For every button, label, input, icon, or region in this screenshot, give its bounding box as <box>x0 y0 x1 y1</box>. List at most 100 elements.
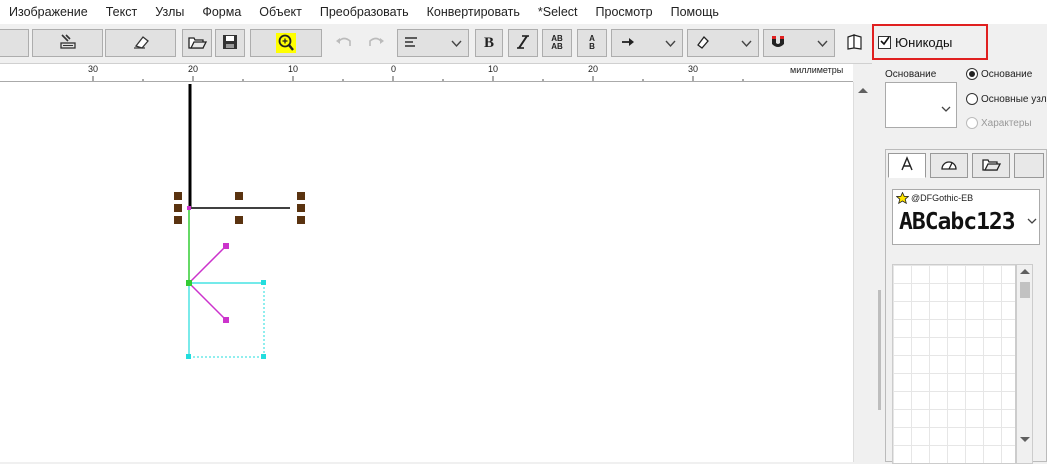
radio-characters: Характеры <box>966 117 1032 129</box>
letter-a-icon <box>899 156 915 175</box>
book-icon <box>846 33 864 53</box>
anchor-node <box>187 206 191 210</box>
menu-help[interactable]: Помощь <box>662 5 728 19</box>
selection-handle <box>297 192 305 200</box>
radio-base[interactable]: Основание <box>966 68 1032 80</box>
eraser-button[interactable] <box>105 29 176 57</box>
guide-node <box>186 354 191 359</box>
scroll-thumb[interactable] <box>1020 282 1030 298</box>
chevron-down-icon <box>665 37 676 51</box>
menu-shape[interactable]: Форма <box>193 5 250 19</box>
chevron-down-icon <box>741 37 752 51</box>
menu-nodes[interactable]: Узлы <box>146 5 193 19</box>
font-name: @DFGothic-EB <box>911 193 974 203</box>
star-icon <box>895 191 910 207</box>
selection-handle <box>235 192 243 200</box>
selection-handle <box>174 192 182 200</box>
control-point <box>223 243 229 249</box>
guide-node <box>261 354 266 359</box>
zoom-icon <box>276 33 296 53</box>
right-panel: Основание Основание Основные узлы Характ… <box>884 64 1047 464</box>
panel-splitter[interactable] <box>878 290 881 410</box>
toolbar: B AB AB A B <box>0 24 872 64</box>
ruler-tick-label: 20 <box>188 64 199 74</box>
redo-button[interactable] <box>363 29 389 57</box>
selection-handle <box>174 216 182 224</box>
menu-select[interactable]: *Select <box>529 5 587 19</box>
base-select[interactable] <box>885 82 957 128</box>
open-folder-icon <box>981 156 1002 175</box>
open-folder-icon <box>187 34 208 53</box>
book-button[interactable] <box>842 29 868 57</box>
menu-transform[interactable]: Преобразовать <box>311 5 418 19</box>
checkmark-icon <box>879 35 890 49</box>
italic-slant-icon <box>515 34 531 53</box>
guide-node <box>261 280 266 285</box>
radio-button[interactable] <box>966 68 978 80</box>
scroll-down-icon[interactable] <box>1020 437 1030 442</box>
toolbar-button-partial[interactable] <box>0 29 29 57</box>
arrow-dropdown[interactable] <box>611 29 683 57</box>
rotate-dropdown[interactable] <box>687 29 759 57</box>
menu-bar: Изображение Текст Узлы Форма Объект Прео… <box>0 0 1047 24</box>
tab-more[interactable] <box>1014 153 1044 178</box>
save-icon <box>222 34 238 53</box>
kerning-button[interactable]: AB AB <box>542 29 572 57</box>
ruler-tick-label: 30 <box>688 64 699 74</box>
tab-files[interactable] <box>972 153 1010 178</box>
glyph-drawing[interactable] <box>0 82 853 462</box>
radio-main-nodes[interactable]: Основные узлы <box>966 93 1047 105</box>
font-sample: ABCabc123 <box>899 209 1016 235</box>
chevron-down-icon <box>451 37 462 51</box>
bold-button[interactable]: B <box>475 29 503 57</box>
bold-icon: B <box>483 34 494 51</box>
redo-icon <box>367 35 385 52</box>
checkbox[interactable] <box>878 35 891 49</box>
undo-button[interactable] <box>331 29 357 57</box>
scroll-up-icon[interactable] <box>858 88 868 93</box>
selection-handle <box>174 204 182 212</box>
glyph-grid-scrollbar[interactable] <box>1016 264 1033 464</box>
zoom-button[interactable] <box>250 29 322 57</box>
menu-object[interactable]: Объект <box>250 5 311 19</box>
chevron-down-icon <box>1027 212 1037 230</box>
rotate-icon <box>695 34 711 53</box>
drawing-canvas[interactable] <box>0 82 853 462</box>
menu-view[interactable]: Просмотр <box>587 5 662 19</box>
align-dropdown[interactable] <box>397 29 469 57</box>
tab-font[interactable] <box>888 153 926 178</box>
scroll-up-icon[interactable] <box>1020 269 1030 274</box>
radio-label: Основные узлы <box>981 93 1047 105</box>
brush-icon <box>58 33 78 54</box>
clean-button[interactable] <box>32 29 103 57</box>
magnet-dropdown[interactable] <box>763 29 835 57</box>
save-button[interactable] <box>215 29 245 57</box>
case-bottom-icon: B <box>589 42 595 51</box>
ruler-tick-label: 30 <box>88 64 99 74</box>
menu-convert[interactable]: Конвертировать <box>418 5 529 19</box>
magnet-icon <box>770 34 786 53</box>
selection-handle <box>297 204 305 212</box>
base-label: Основание <box>885 69 937 80</box>
radio-label: Основание <box>981 68 1033 80</box>
eraser-icon <box>131 34 151 53</box>
ruler-tick-label: 10 <box>488 64 499 74</box>
unicode-label: Юникоды <box>895 34 953 50</box>
kerning-bottom-icon: AB <box>551 42 563 51</box>
chevron-down-icon <box>817 37 828 51</box>
radio-button <box>966 117 978 129</box>
canvas-vertical-scrollbar[interactable] <box>853 82 872 462</box>
case-button[interactable]: A B <box>577 29 607 57</box>
font-selector[interactable]: @DFGothic-EB ABCabc123 <box>892 189 1040 245</box>
tab-metrics[interactable] <box>930 153 968 178</box>
ruler-tick-label: 0 <box>391 64 397 74</box>
menu-image[interactable]: Изображение <box>0 5 97 19</box>
open-file-button[interactable] <box>182 29 212 57</box>
menu-text[interactable]: Текст <box>97 5 146 19</box>
glyph-grid[interactable] <box>892 264 1016 464</box>
gauge-icon <box>940 157 958 174</box>
italic-button[interactable] <box>508 29 538 57</box>
unicode-checkbox[interactable]: Юникоды <box>872 24 988 60</box>
radio-button[interactable] <box>966 93 978 105</box>
ruler-tick-label: 20 <box>588 64 599 74</box>
